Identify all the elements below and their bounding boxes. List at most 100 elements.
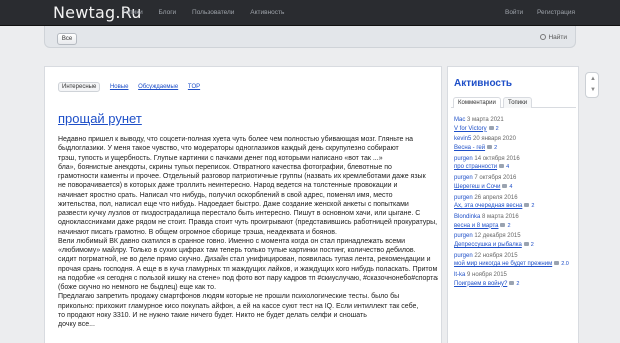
comment-icon [509,280,515,285]
top-navbar: Newtag.Ru Топики Блоги Пользователи Акти… [0,0,620,26]
scroll-down-icon[interactable]: ▼ [590,87,596,93]
comment-count: 2 [494,144,498,151]
list-item: purgen 14 октября 2016 про странности 4 [454,155,578,174]
post-line: прикольно: прихожит гламурное кисо покуп… [58,302,419,310]
comment-icon [502,183,508,188]
post-line: то продают ноку 3310. И не нужно такие н… [58,311,367,319]
post-line: (боже скучно но немного не быдлец) еще к… [58,284,217,291]
post-line: грамотности каменты и прочее. Отдельный … [58,173,426,180]
tab-topics[interactable]: Топики [503,97,533,108]
post-line: сидит погрматной, не во деле прямо скучн… [58,256,431,264]
activity-user[interactable]: purgen [454,195,473,201]
comment-icon [524,203,530,208]
nav-users[interactable]: Пользователи [192,9,234,16]
activity-topic-link[interactable]: Поиграем в войну? [454,281,507,287]
post-line: развести кучку лузлов от пиздострадалища… [58,210,421,217]
list-item: kevin5 20 января 2020 Весна - гей 2 [454,135,578,154]
activity-topic-link[interactable]: V for Victory [454,126,487,132]
tab-interesting[interactable]: Интересные [58,82,101,92]
activity-user[interactable]: purgen [454,233,473,239]
comment-count: 2.0 [561,261,569,268]
activity-user[interactable]: lt-ka [454,272,465,278]
login-link[interactable]: Войти [505,9,523,16]
comment-count: 2 [507,222,511,229]
activity-date: 20 января 2020 [473,136,516,143]
comment-icon [487,144,493,149]
list-item: purgen 12 декабря 2015 Депрессушка и рыб… [454,232,578,251]
comment-count: 4 [506,164,510,171]
activity-topic-link[interactable]: Депрессушка и рыбалка [454,242,522,248]
nav-activity[interactable]: Активность [250,9,284,16]
activity-user[interactable]: purgen [454,156,473,162]
comment-icon [554,261,560,266]
activity-date: 12 декабря 2015 [474,233,521,240]
post-line: не поворачивается) в которых даже тролли… [58,182,398,190]
post-line: прочая срань господня. А еще в в куча гл… [58,265,438,273]
scroll-widget[interactable]: ▲ ▼ [585,72,599,98]
comment-count: 4 [509,183,513,190]
list-item: Blondinka 8 марта 2016 весна и 8 марта 2 [454,213,578,232]
post-line: дочку все... [58,321,95,328]
list-item: purgen 22 ноября 2015 мой мир никогда не… [454,252,578,271]
activity-sidebar: Активность Комментарии Топики Mac 3 март… [447,66,579,343]
search-icon [540,34,547,40]
sidebar-title[interactable]: Активность [454,78,512,89]
list-item: Mac 3 марта 2021 V for Victory 2 [454,116,578,135]
post-line: Недавно пришел к выводу, что соцсети-пол… [58,136,414,143]
auth-links: Войти Регистрация [493,9,575,16]
activity-topic-link[interactable]: Весна - гей [454,145,485,151]
activity-topic-link[interactable]: весна и 8 марта [454,223,498,229]
activity-user[interactable]: purgen [454,175,473,181]
tab-top[interactable]: TOP [188,84,200,90]
activity-date: 26 апреля 2016 [474,194,518,201]
activity-date: 22 ноября 2015 [474,252,518,259]
scroll-up-icon[interactable]: ▲ [590,76,596,82]
comment-icon [523,241,529,246]
all-filter-button[interactable]: Все [57,33,77,45]
activity-user[interactable]: Blondinka [454,214,480,220]
main-content: Интересные Новые Обсуждаемые TOP прощай … [44,66,442,343]
list-item: lt-ka 9 ноября 2015 Поиграем в войну? 2 [454,271,578,290]
post-line: Вели любимый ВК давно скатился в сранное… [58,237,406,245]
comment-count: 2 [530,241,534,248]
post-line: «любимому» майлру. Только в сухих цифрах… [58,247,416,254]
activity-date: 3 марта 2021 [467,117,504,123]
sidebar-tabs: Комментарии Топики [451,97,576,108]
tab-comments[interactable]: Комментарии [453,97,501,108]
list-item: purgen 7 октября 2016 Шерегеш и Сочи 4 [454,174,578,193]
activity-date: 9 ноября 2015 [467,272,507,279]
comment-icon [488,125,494,130]
activity-topic-link[interactable]: Ах, эта очередная весна [454,203,522,209]
nav-blogs[interactable]: Блоги [159,9,177,16]
comment-count: 2 [531,203,535,210]
activity-topic-link[interactable]: мой мир никогда не будет прежним [454,261,552,267]
find-link[interactable]: Найти [540,34,567,41]
main-nav: Топики Блоги Пользователи Активность [122,9,298,16]
activity-user[interactable]: purgen [454,253,473,259]
activity-topic-link[interactable]: Шерегеш и Сочи [454,184,500,190]
find-label: Найти [548,34,567,41]
post-line: быдлоглазики. У меня такое чувство, что … [58,145,399,153]
activity-topic-link[interactable]: про странности [454,164,497,170]
post-line: трэш, тупость и ущербность. Глупые карти… [58,154,383,162]
post-line: жительства, пол, написал еще что нибудь.… [58,200,409,208]
comment-count: 2 [495,125,499,132]
register-link[interactable]: Регистрация [537,9,575,16]
tab-discussed[interactable]: Обсуждаемые [138,84,178,90]
post-title[interactable]: прощай рунет [58,111,142,126]
list-item: purgen 26 апреля 2016 Ах, эта очередная … [454,194,578,213]
activity-user[interactable]: kevin5 [454,136,471,142]
post-line: одноклассниками даже рядом не стоит. Пра… [58,219,438,227]
activity-user[interactable]: Mac [454,117,465,123]
post-line: бла», боянистые анекдоты, скрины тупых п… [58,163,392,171]
activity-date: 7 октября 2016 [474,175,517,182]
post-line: начинает яростно срать. Написал что нибу… [58,191,393,199]
nav-topics[interactable]: Топики [122,9,143,16]
comment-icon [500,222,506,227]
comment-count: 2 [516,280,520,287]
comment-icon [499,164,505,169]
post-line: на подобие «я сегодня с пользой кишку на… [58,274,438,282]
activity-date: 14 октября 2016 [474,155,520,162]
tab-new[interactable]: Новые [110,84,129,90]
post-line: начинают писать грамотно. В общем огромн… [58,228,337,236]
